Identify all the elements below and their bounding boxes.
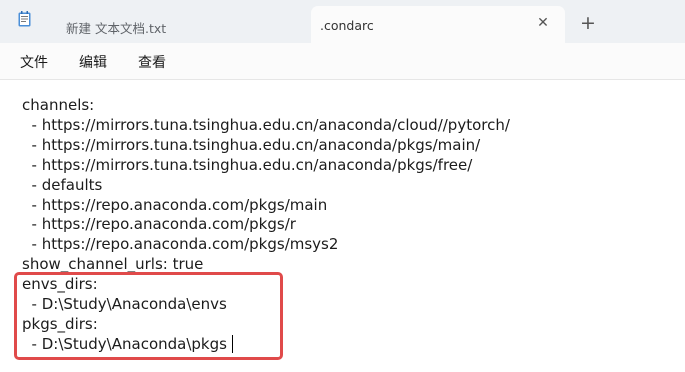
plus-icon[interactable]: + [577,13,599,35]
editor-line: - https://mirrors.tuna.tsinghua.edu.cn/a… [22,116,510,134]
menu-view[interactable]: 查看 [138,52,166,72]
tab-new-text-document[interactable]: 新建 文本文档.txt [10,6,300,43]
editor-line: - https://repo.anaconda.com/pkgs/main [22,196,328,214]
editor-line: channels: [22,96,95,114]
editor-line: - https://mirrors.tuna.tsinghua.edu.cn/a… [22,136,481,154]
close-icon[interactable]: ✕ [532,12,554,34]
highlight-box [14,272,283,360]
editor-line: - defaults [22,176,103,194]
menu-bar: 文件 编辑 查看 [0,43,685,80]
menu-edit[interactable]: 编辑 [79,52,107,72]
tab-condarc[interactable]: .condarc ✕ [311,6,565,43]
editor-line: - https://repo.anaconda.com/pkgs/r [22,215,296,233]
tab-label: 新建 文本文档.txt [66,21,167,36]
notepad-icon [18,11,31,27]
notepad-window: 新建 文本文档.txt .condarc ✕ + 文件 编辑 查看 channe… [0,0,685,372]
editor-line: - https://repo.anaconda.com/pkgs/msys2 [22,235,339,253]
tab-label: .condarc [320,18,374,33]
menu-file[interactable]: 文件 [20,52,48,72]
tab-bar: 新建 文本文档.txt .condarc ✕ + [0,0,685,43]
editor-line: - https://mirrors.tuna.tsinghua.edu.cn/a… [22,156,473,174]
